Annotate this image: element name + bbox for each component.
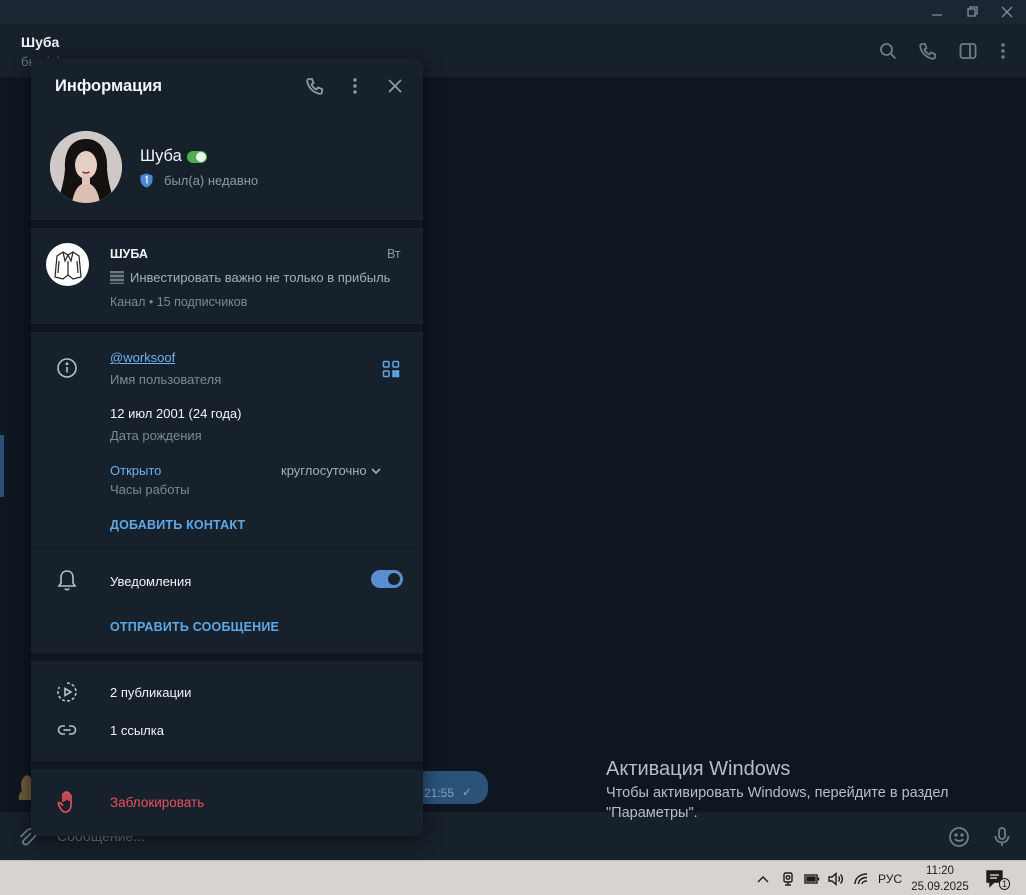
emoji-icon xyxy=(949,827,969,847)
add-contact-button[interactable]: ДОБАВИТЬ КОНТАКТ xyxy=(110,518,245,532)
search-button[interactable] xyxy=(876,39,900,63)
notifications-toggle[interactable] xyxy=(371,570,403,588)
tray-overflow-button[interactable] xyxy=(752,861,774,895)
wifi-icon xyxy=(854,872,868,884)
row-divider xyxy=(31,548,423,549)
section-separator xyxy=(31,761,423,769)
qr-code-icon xyxy=(382,360,400,378)
tray-battery[interactable] xyxy=(801,861,823,895)
profile-status: был(а) недавно xyxy=(164,173,259,188)
shield-icon xyxy=(140,173,153,188)
voice-button[interactable] xyxy=(989,824,1015,850)
channel-last-post-date: Вт xyxy=(387,247,401,261)
info-circle-icon xyxy=(57,358,77,378)
stories-icon xyxy=(57,682,77,702)
channel-name: ШУБА xyxy=(110,247,148,261)
more-button[interactable] xyxy=(991,39,1015,63)
toggle-emoji-icon xyxy=(186,150,207,163)
posts-label: 2 публикации xyxy=(110,685,192,700)
clock-time: 11:20 xyxy=(926,864,954,877)
section-separator xyxy=(31,653,423,661)
notifications-label: Уведомления xyxy=(110,574,192,589)
profile-name: Шуба xyxy=(140,147,207,166)
message-time: 21:55 xyxy=(424,786,455,800)
toggle-knob xyxy=(386,571,402,587)
activation-line-2: "Параметры". xyxy=(606,805,698,821)
phone-icon xyxy=(306,78,323,95)
windows-activation-watermark: Активация Windows Чтобы активировать Win… xyxy=(606,757,948,823)
tray-network[interactable] xyxy=(850,861,872,895)
sidebar-toggle-button[interactable] xyxy=(956,39,980,63)
tray-meet-now[interactable] xyxy=(778,861,800,895)
block-icon-wrap xyxy=(55,790,79,814)
chevron-down-icon xyxy=(371,467,381,474)
channel-preview: Инвестировать важно не только в прибыль xyxy=(110,270,405,285)
message-read-check: ✓ xyxy=(462,785,473,799)
tray-language[interactable]: РУС xyxy=(874,861,906,895)
notification-badge: 1 xyxy=(999,878,1011,890)
panel-call-button[interactable] xyxy=(303,74,327,98)
link-icon xyxy=(57,725,77,735)
section-separator xyxy=(31,324,423,332)
activation-line-1: Чтобы активировать Windows, перейдите в … xyxy=(606,785,949,801)
tray-volume[interactable] xyxy=(825,861,847,895)
minimize-button[interactable] xyxy=(920,0,954,24)
profile-avatar[interactable] xyxy=(50,131,122,203)
section-separator xyxy=(31,220,423,228)
emoji-button[interactable] xyxy=(946,824,972,850)
close-window-icon xyxy=(1001,6,1013,18)
posts-icon-wrap xyxy=(55,680,79,704)
restore-button[interactable] xyxy=(956,0,990,24)
restore-icon xyxy=(967,6,978,17)
channel-meta: Канал • 15 подписчиков xyxy=(110,295,248,309)
bell-icon xyxy=(57,570,77,591)
close-window-button[interactable] xyxy=(990,0,1024,24)
clock-date: 25.09.2025 xyxy=(911,880,969,893)
birthday-label: Дата рождения xyxy=(110,428,202,443)
battery-icon xyxy=(804,873,820,884)
username-link[interactable]: @worksoof xyxy=(110,350,175,365)
sidebar-icon xyxy=(959,43,977,59)
preview-thumbnail xyxy=(110,271,124,284)
link-icon-wrap xyxy=(55,718,79,742)
taskbar: РУС 11:20 25.09.2025 1 xyxy=(0,860,1026,895)
business-hours-dropdown[interactable]: круглосуточно xyxy=(281,463,381,478)
notifications-icon-wrap xyxy=(55,568,79,592)
profile-photo xyxy=(50,131,122,203)
call-button[interactable] xyxy=(916,39,940,63)
activation-title: Активация Windows xyxy=(606,758,791,780)
panel-more-button[interactable] xyxy=(343,74,367,98)
qr-code-button[interactable] xyxy=(380,358,402,380)
window-titlebar xyxy=(0,0,1026,24)
tray-clock[interactable]: 11:20 25.09.2025 xyxy=(908,861,972,895)
hand-stop-icon xyxy=(57,791,72,813)
info-panel-title: Информация xyxy=(55,77,163,95)
more-vertical-icon xyxy=(353,78,357,94)
username-label: Имя пользователя xyxy=(110,372,222,387)
chat-title: Шуба xyxy=(21,34,60,50)
search-icon xyxy=(880,43,897,60)
close-icon xyxy=(388,79,402,93)
block-label: Заблокировать xyxy=(110,795,205,810)
microphone-icon xyxy=(994,827,1010,846)
notification-center-button[interactable]: 1 xyxy=(980,861,1012,895)
channel-avatar xyxy=(46,243,89,286)
send-message-button[interactable]: ОТПРАВИТЬ СООБЩЕНИЕ xyxy=(110,620,279,634)
info-icon xyxy=(55,356,79,380)
info-panel: Информация Шуба был(а) недавно ШУБА Вт И… xyxy=(31,58,423,836)
volume-icon xyxy=(828,871,844,886)
scroll-indicator xyxy=(0,435,4,497)
business-hours-status: Открыто xyxy=(110,463,162,478)
birthday-value: 12 июл 2001 (24 года) xyxy=(110,406,242,421)
panel-close-button[interactable] xyxy=(383,74,407,98)
info-panel-header: Информация xyxy=(31,58,423,114)
coat-icon xyxy=(53,250,82,280)
links-label: 1 ссылка xyxy=(110,723,164,738)
minimize-icon xyxy=(932,14,942,16)
chevron-up-icon xyxy=(757,875,769,882)
business-hours-label: Часы работы xyxy=(110,482,190,497)
phone-icon xyxy=(919,43,936,60)
webcam-icon xyxy=(783,871,793,886)
more-vertical-icon xyxy=(1001,43,1005,59)
